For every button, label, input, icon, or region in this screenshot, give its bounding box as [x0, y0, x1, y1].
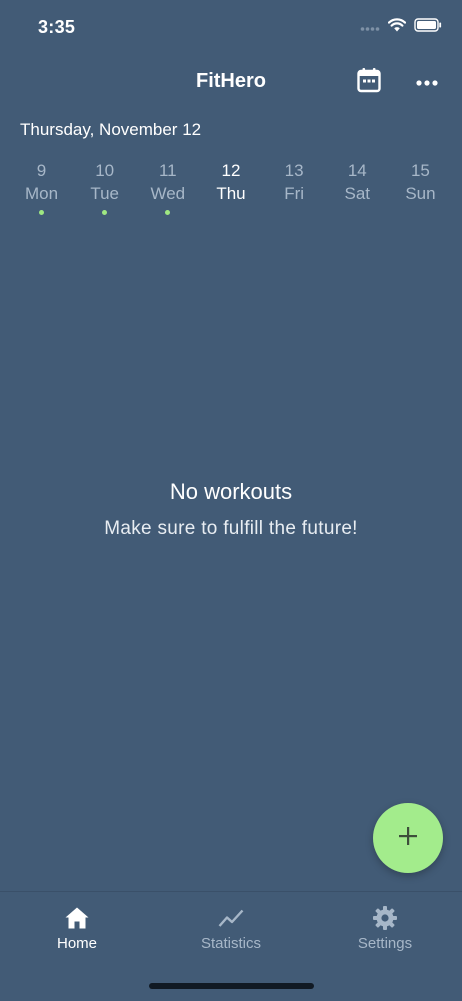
calendar-icon	[357, 67, 381, 98]
home-icon	[17, 904, 137, 932]
day-number: 11	[158, 161, 177, 180]
more-button[interactable]	[411, 66, 443, 98]
day-name: Wed	[150, 184, 186, 203]
week-strip: 9 Mon 10 Tue 11 Wed 12 Thu 13 Fri 14 Sat…	[10, 160, 452, 220]
home-indicator	[149, 983, 314, 989]
workout-indicator-dot	[102, 210, 108, 215]
day-number: 10	[95, 161, 115, 180]
day-mon[interactable]: 9 Mon	[10, 160, 73, 220]
status-time: 3:35	[38, 17, 76, 37]
day-number: 14	[347, 161, 367, 180]
day-number: 13	[284, 161, 304, 180]
tab-label: Statistics	[200, 935, 261, 952]
day-name: Thu	[216, 184, 246, 203]
more-icon	[416, 73, 438, 91]
day-number: 12	[221, 161, 241, 180]
day-sun[interactable]: 15 Sun	[389, 160, 452, 220]
day-name: Mon	[24, 184, 59, 203]
day-name: Tue	[90, 184, 119, 203]
tab-label: Home	[56, 935, 97, 952]
day-wed[interactable]: 11 Wed	[136, 160, 199, 220]
day-number: 15	[410, 161, 430, 180]
day-number: 9	[36, 161, 47, 180]
empty-state: No workouts Make sure to fulfill the fut…	[0, 476, 462, 540]
tab-home[interactable]: Home	[17, 904, 137, 952]
plus-icon	[398, 826, 418, 851]
chart-icon	[171, 904, 291, 932]
day-tue[interactable]: 10 Tue	[73, 160, 136, 220]
status-icons	[360, 18, 442, 37]
day-sat[interactable]: 14 Sat	[326, 160, 389, 220]
empty-state-title: No workouts	[169, 479, 293, 504]
selected-date-label: Thursday, November 12	[20, 120, 202, 139]
day-name: Fri	[284, 184, 305, 203]
day-thu[interactable]: 12 Thu	[199, 160, 262, 220]
day-name: Sat	[344, 184, 371, 203]
add-workout-button[interactable]	[373, 803, 443, 873]
empty-state-subtitle: Make sure to fulfill the future!	[104, 518, 358, 539]
tab-label: Settings	[357, 935, 413, 952]
status-bar: 3:35	[0, 0, 462, 56]
app-title: FitHero	[196, 70, 266, 92]
cellular-icon	[360, 19, 380, 37]
day-fri[interactable]: 13 Fri	[263, 160, 326, 220]
workout-indicator-dot	[165, 210, 171, 215]
wifi-icon	[387, 18, 407, 37]
gear-icon	[325, 904, 445, 932]
calendar-button[interactable]	[353, 66, 385, 98]
tab-statistics[interactable]: Statistics	[171, 904, 291, 952]
workout-indicator-dot	[39, 210, 44, 215]
day-name: Sun	[405, 184, 436, 203]
app-header: FitHero	[0, 56, 462, 108]
battery-icon	[414, 18, 442, 37]
tab-settings[interactable]: Settings	[325, 904, 445, 952]
